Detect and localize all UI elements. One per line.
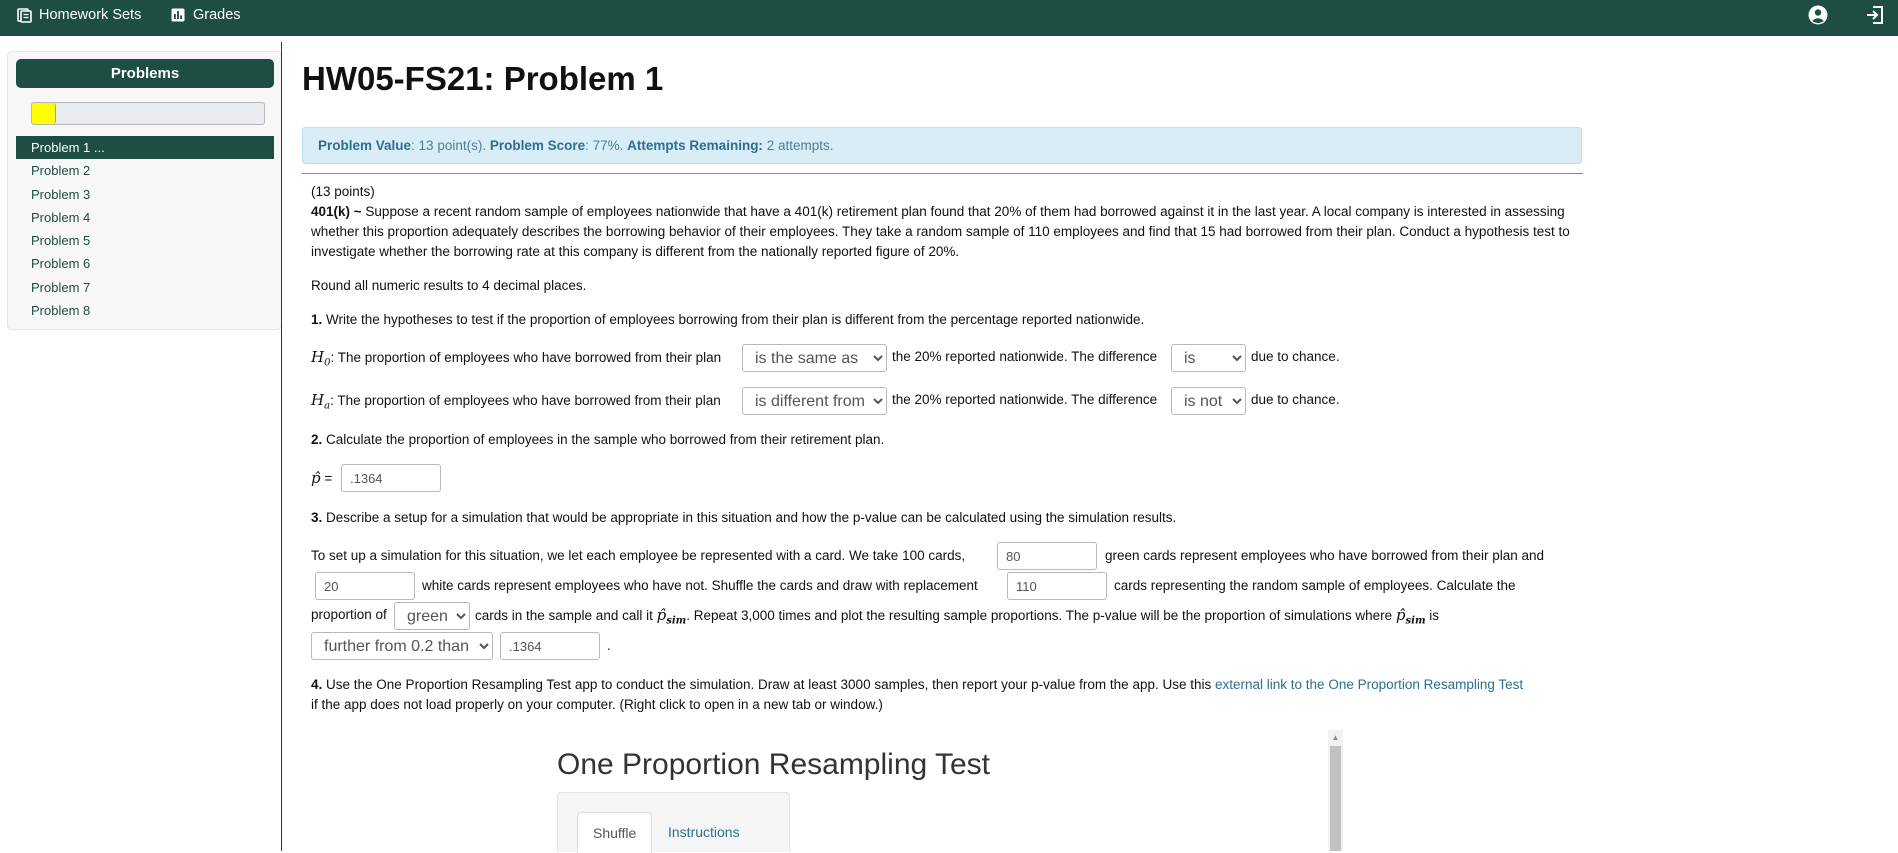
phat-label: p̂ = <box>311 468 332 489</box>
phat-symbol: p̂ <box>311 469 321 487</box>
q2-number: 2. <box>311 432 323 447</box>
question-2: 2. Calculate the proportion of employees… <box>311 430 1581 450</box>
q4-number: 4. <box>311 677 323 692</box>
sim-text-4: cards representing the random sample of … <box>1114 578 1516 593</box>
q3-number: 3. <box>311 510 323 525</box>
problem-intro-text: Suppose a recent random sample of employ… <box>311 204 1570 259</box>
green-cards-input[interactable] <box>997 542 1097 570</box>
q1-text: Write the hypotheses to test if the prop… <box>322 312 1145 327</box>
draw-count-input[interactable] <box>1007 572 1107 600</box>
sidebar-problem-5[interactable]: Problem 5 <box>16 229 274 252</box>
ha-symbol: H <box>311 391 325 409</box>
sidebar-problem-3[interactable]: Problem 3 <box>16 183 274 206</box>
sidebar-divider <box>281 42 282 851</box>
ha-text1: : The proportion of employees who have b… <box>330 393 721 408</box>
sim-text-2: green cards represent employees who have… <box>1105 548 1544 563</box>
sim-period: . <box>607 638 611 653</box>
phat-equals: = <box>324 471 333 486</box>
ha-difference-select[interactable]: is not <box>1171 387 1246 415</box>
question-4: 4. Use the One Proportion Resampling Tes… <box>311 675 1581 715</box>
scroll-up-arrow-icon[interactable]: ▲ <box>1328 730 1343 744</box>
psim-sub-2: sim <box>1405 615 1426 627</box>
problem-score-label: Problem Score <box>489 138 586 153</box>
sim-text-7: . Repeat 3,000 times and plot the result… <box>686 608 1393 623</box>
user-circle-icon[interactable] <box>1808 5 1828 25</box>
phat-input[interactable] <box>341 464 441 492</box>
sim-text-8: is <box>1429 608 1440 623</box>
problem-intro: 401(k) ~ Suppose a recent random sample … <box>311 202 1581 262</box>
divider <box>302 173 1583 174</box>
sim-text-6: cards in the sample and call it p̂sim. R… <box>475 605 1439 632</box>
app-title: One Proportion Resampling Test <box>557 748 991 781</box>
h0-label: H0: The proportion of employees who have… <box>311 347 721 374</box>
progress-fill <box>32 103 57 124</box>
ha-text3: due to chance. <box>1251 392 1340 407</box>
sidebar-problem-4[interactable]: Problem 4 <box>16 206 274 229</box>
white-cards-input[interactable] <box>315 572 415 600</box>
h0-symbol: H <box>311 348 325 366</box>
psim-sub: sim <box>666 615 687 627</box>
sidebar-problem-1[interactable]: Problem 1 ... <box>16 136 274 160</box>
problem-points: (13 points) <box>311 184 375 199</box>
question-3: 3. Describe a setup for a simulation tha… <box>311 508 1581 528</box>
bar-chart-icon <box>171 8 186 23</box>
tab-instructions[interactable]: Instructions <box>653 812 755 852</box>
h0-relation-select[interactable]: is the same as <box>742 344 887 372</box>
ha-text2: the 20% reported nationwide. The differe… <box>892 392 1158 407</box>
problem-value-label: Problem Value <box>318 138 412 153</box>
attempts-label: Attempts Remaining: <box>627 138 763 153</box>
nav-homework-sets[interactable]: Homework Sets <box>17 0 141 30</box>
problems-sidebar: Problems Problem 1 ... Problem 2 Problem 3… <box>7 51 282 330</box>
h0-text1: : The proportion of employees who have b… <box>330 350 722 365</box>
progress-bar <box>31 102 265 125</box>
problem-score-text: : 77%. <box>585 138 628 153</box>
sim-text-3: white cards represent employees who have… <box>422 578 978 593</box>
q1-number: 1. <box>311 312 323 327</box>
nav-homework-sets-label: Homework Sets <box>39 7 142 23</box>
ha-relation-select[interactable]: is different from <box>742 387 887 415</box>
sidebar-problem-7[interactable]: Problem 7 <box>16 276 274 299</box>
tab-shuffle[interactable]: Shuffle <box>577 812 653 853</box>
q4-text-b: if the app does not load properly on you… <box>311 697 883 712</box>
sidebar-problem-8[interactable]: Problem 8 <box>16 299 274 322</box>
problem-list: Problem 1 ... Problem 2 Problem 3 Problem 4… <box>16 136 274 322</box>
further-value-input[interactable] <box>500 632 600 660</box>
book-icon <box>17 7 32 23</box>
nav-grades[interactable]: Grades <box>171 0 241 30</box>
ha-label: Ha: The proportion of employees who have… <box>311 390 721 417</box>
further-select[interactable]: further from 0.2 than <box>311 632 493 660</box>
h0-text3: due to chance. <box>1251 349 1340 364</box>
page-title: HW05-FS21: Problem 1 <box>302 60 664 97</box>
question-1: 1. Write the hypotheses to test if the p… <box>311 310 1581 330</box>
problem-intro-bold: 401(k) ~ <box>311 204 362 219</box>
nav-grades-label: Grades <box>193 7 241 23</box>
sim-text-6-a: cards in the sample and call it <box>475 608 653 623</box>
q2-text: Calculate the proportion of employees in… <box>322 432 885 447</box>
problem-info-alert: Problem Value: 13 point(s). Problem Scor… <box>302 127 1582 164</box>
sim-text-5: proportion of <box>311 607 387 622</box>
attempts-text: 2 attempts. <box>762 138 834 153</box>
problem-value-text: : 13 point(s). <box>411 138 490 153</box>
card-color-select[interactable]: green <box>394 602 470 630</box>
q3-text: Describe a setup for a simulation that w… <box>322 510 1177 525</box>
round-instruction: Round all numeric results to 4 decimal p… <box>311 278 587 293</box>
psim-symbol: p̂ <box>656 606 667 624</box>
sidebar-problem-6[interactable]: Problem 6 <box>16 252 274 275</box>
sidebar-problem-2[interactable]: Problem 2 <box>16 159 274 182</box>
h0-difference-select[interactable]: is <box>1171 344 1246 372</box>
top-navbar: Homework Sets Grades <box>0 0 1898 36</box>
psim-symbol-2: p̂ <box>1395 606 1406 624</box>
sidebar-header: Problems <box>16 59 274 88</box>
h0-text2: the 20% reported nationwide. The differe… <box>892 349 1158 364</box>
external-app-link[interactable]: external link to the One Proportion Resa… <box>1215 677 1523 692</box>
app-scrollbar-thumb[interactable] <box>1330 746 1341 851</box>
sim-text-1: To set up a simulation for this situatio… <box>311 548 966 563</box>
sign-out-icon[interactable] <box>1865 5 1885 25</box>
q4-text-a: Use the One Proportion Resampling Test a… <box>322 677 1215 692</box>
app-panel: Shuffle Instructions <box>557 792 790 853</box>
